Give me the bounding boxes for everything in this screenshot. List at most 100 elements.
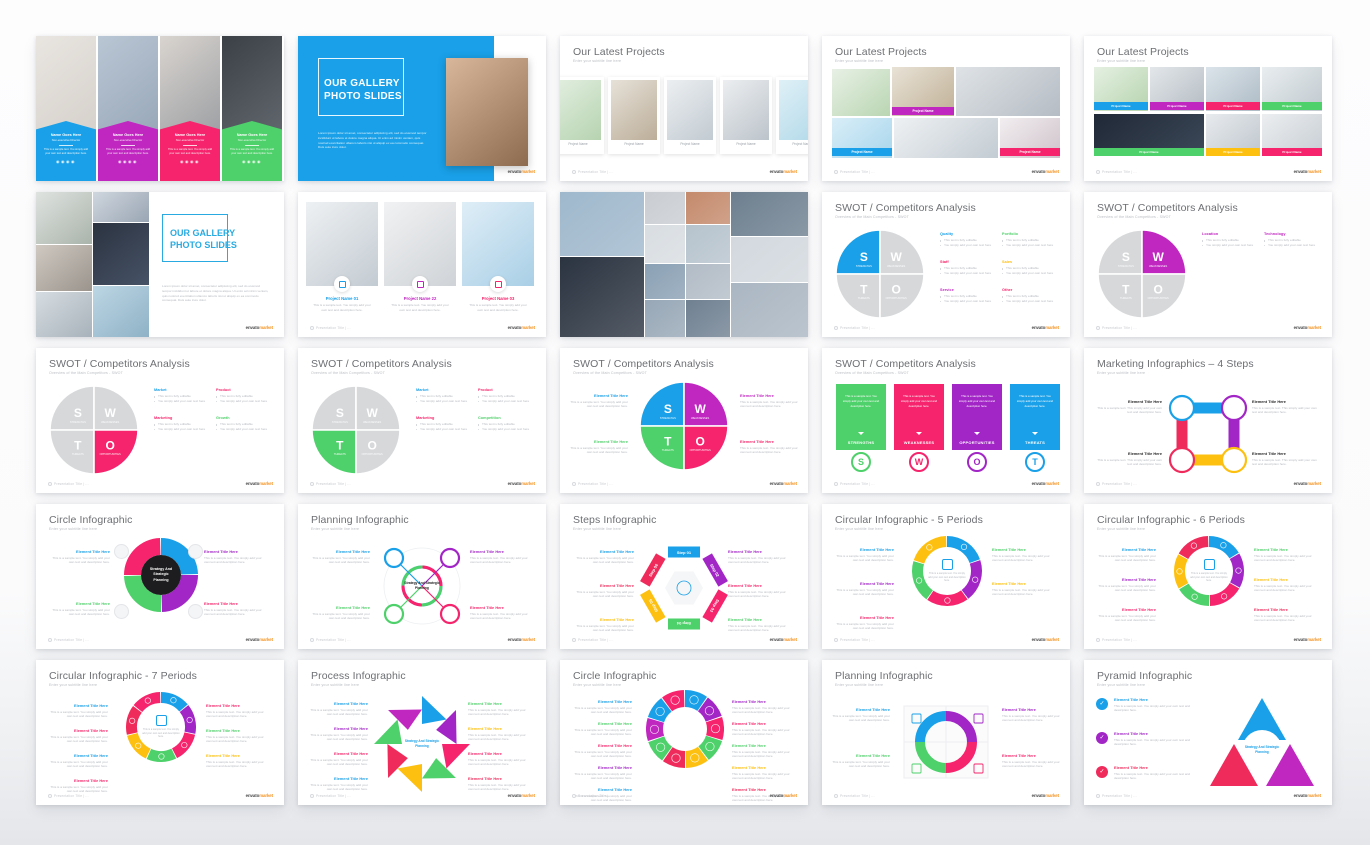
gallery-cover-mosaic[interactable]: OUR GALLERY PHOTO SLIDES Lorem ipsum dolor… — [36, 192, 284, 337]
swot-circle-strength[interactable]: SWOT / Competitors Analysis Overview of t… — [822, 192, 1070, 337]
swot-card[interactable]: This is a sample text. You simply add yo… — [1010, 384, 1060, 450]
swot-circle-weakness[interactable]: SWOT / Competitors Analysis Overview of t… — [1084, 192, 1332, 337]
element-title: Element Title Here — [860, 548, 894, 552]
circle-infographic-10[interactable]: Circle Infographic Enter your subtitle li… — [560, 660, 808, 805]
divider — [245, 144, 259, 146]
element-body: This is a sample text. This simply add y… — [1252, 457, 1317, 467]
element-body: This is a sample text. You simply add yo… — [832, 713, 890, 723]
envato-market-logo: envatomarket — [507, 637, 535, 642]
element-title: Element Title Here — [1254, 548, 1288, 552]
svg-text:THREATS: THREATS — [1120, 296, 1132, 300]
steps-infographic-hex[interactable]: Steps Infographic Enter your subtitle lin… — [560, 504, 808, 649]
element-body: This is a sample text. You simply add yo… — [470, 555, 528, 565]
project-card-label: Project Name — [680, 142, 700, 146]
social-icons[interactable]: ◉◉◉◉ — [98, 159, 158, 164]
project-card-label: Project Name — [736, 142, 756, 146]
swot-card[interactable]: This is a sample text. You simply add yo… — [894, 384, 944, 450]
circular-5-periods[interactable]: Circular Infographic - 5 Periods Enter yo… — [822, 504, 1070, 649]
team-card[interactable]: Name Goes Here Non-executive Director Th… — [160, 121, 220, 181]
envato-market-logo: envatomarket — [507, 793, 535, 798]
element-title: Element Title Here — [600, 584, 634, 588]
slide-footer-left: Presentation Title | ... — [310, 326, 351, 330]
circle-infographic-4[interactable]: Circle Infographic Enter your subtitle li… — [36, 504, 284, 649]
social-icons[interactable]: ◉◉◉◉ — [160, 159, 220, 164]
circular-7-periods[interactable]: Circular Infographic - 7 Periods Enter yo… — [36, 660, 284, 805]
swot-circle-opportunity[interactable]: SWOT / Competitors Analysis Overview of t… — [36, 348, 284, 493]
social-icons[interactable]: ◉◉◉◉ — [36, 159, 96, 164]
team-card[interactable]: Name Goes Here Non-executive Director Th… — [222, 121, 282, 181]
slide-subtitle: Enter your subtitle line here — [49, 527, 98, 531]
element-body: This is a sample text. You simply add yo… — [468, 707, 526, 717]
swot-circle-threat[interactable]: SWOT / Competitors Analysis Overview of t… — [298, 348, 546, 493]
slide-footer-left: Presentation Title | ... — [572, 170, 613, 174]
element-text-block: Element Title Here This is a sample text… — [832, 708, 890, 723]
latest-projects-row[interactable]: Our Latest Projects Enter your subtitle l… — [560, 36, 808, 181]
element-text-block: Element Title Here This is a sample text… — [570, 440, 628, 455]
cover-title: OUR GALLERY PHOTO SLIDES — [324, 78, 434, 103]
slide-title: SWOT / Competitors Analysis — [49, 358, 190, 370]
center-hub-label: Strategy And Strategic Planning — [404, 581, 440, 590]
caret-down-icon — [1032, 432, 1038, 435]
element-body: This is a sample text. You simply add yo… — [52, 555, 110, 565]
element-title: Element Title Here — [598, 744, 632, 748]
slide-footer-left: Presentation Title | ... — [572, 482, 613, 486]
footer-dot-icon — [1096, 638, 1100, 642]
element-body: This is a sample text. You simply add yo… — [728, 555, 786, 565]
swot-circle-full-color[interactable]: SWOT / Competitors Analysis Overview of t… — [560, 348, 808, 493]
element-text-block: Element Title Here This is a sample text… — [468, 752, 528, 767]
rocket-icon — [941, 558, 953, 570]
envato-market-logo: envatomarket — [245, 325, 273, 330]
element-text-block: Element Title Here This is a sample text… — [728, 550, 790, 565]
planning-infographic-ring[interactable]: Planning Infographic Enter your subtitle … — [298, 504, 546, 649]
team-card[interactable]: Name Goes Here Non-executive Director Th… — [36, 121, 96, 181]
element-text-block: Element Title Here This is a sample text… — [570, 700, 632, 715]
circular-6-periods[interactable]: Circular Infographic - 6 Periods Enter yo… — [1084, 504, 1332, 649]
element-text-block: Element Title Here This is a sample text… — [728, 618, 790, 633]
element-text-block: Element Title Here This is a sample text… — [206, 704, 268, 719]
process-infographic-pinwheel[interactable]: Process Infographic Enter your subtitle l… — [298, 660, 546, 805]
team-member-name: Name Goes Here — [174, 133, 206, 137]
element-body: This is a sample text. You simply add yo… — [732, 727, 790, 737]
photo-placeholder — [36, 245, 92, 291]
project-card-label: Project Name — [568, 142, 588, 146]
social-icons[interactable]: ◉◉◉◉ — [222, 159, 282, 164]
element-body: This is a sample text. You simply add yo… — [50, 709, 108, 719]
element-body: This is a sample text. You simply add yo… — [206, 759, 264, 769]
pinwheel-center: Strategy And Strategic Planning — [404, 739, 440, 748]
swot-card[interactable]: This is a sample text. You simply add yo… — [952, 384, 1002, 450]
donut-center: This is a sample text. You simply add yo… — [923, 547, 971, 595]
photo-placeholder — [36, 192, 92, 244]
swot-card[interactable]: This is a sample text. You simply add yo… — [836, 384, 886, 450]
swot-heading: Competition — [478, 416, 501, 420]
photo-collage-slide[interactable] — [560, 192, 808, 337]
swot-card-label: OPPORTUNITIES — [959, 440, 995, 445]
project-name-label: Project Name — [892, 107, 954, 115]
swot-bullets: This text is fully editable You simply a… — [416, 422, 474, 432]
bullet: You simply add your own text here — [1002, 271, 1060, 276]
slide-footer-left: Presentation Title | ... — [834, 170, 875, 174]
latest-projects-tiles[interactable]: Our Latest Projects Enter your subtitle l… — [1084, 36, 1332, 181]
team-member-role: Non-executive Director — [113, 138, 143, 142]
team-photo-slide[interactable]: Name Goes Here Non-executive Director Th… — [36, 36, 284, 181]
three-project-columns[interactable]: Project Name 01 This is a sample text. Yo… — [298, 192, 546, 337]
team-member-role: Non-executive Director — [237, 138, 267, 142]
swot-column: Portfolio This text is fully editable Yo… — [1002, 232, 1060, 248]
project-name-label: Project Name — [1262, 102, 1322, 110]
cover-title-line1: OUR GALLERY — [324, 78, 400, 89]
pyramid-infographic[interactable]: Pyramid Infographic Enter your subtitle l… — [1084, 660, 1332, 805]
bullet: You simply add your own text here — [478, 427, 536, 432]
team-card[interactable]: Name Goes Here Non-executive Director Th… — [98, 121, 158, 181]
latest-projects-mosaic[interactable]: Our Latest Projects Enter your subtitle l… — [822, 36, 1070, 181]
bullet: You simply add your own text here — [154, 427, 212, 432]
element-text-block: Element Title Here This is a sample text… — [1252, 452, 1320, 467]
element-text-block: Element Title Here This is a sample text… — [992, 548, 1054, 563]
planning-infographic-grid[interactable]: Planning Infographic Enter your subtitle … — [822, 660, 1070, 805]
element-body: This is a sample text. You simply add yo… — [468, 732, 526, 742]
element-text-block: Element Title Here This is a sample text… — [570, 722, 632, 737]
gallery-cover-blue[interactable]: OUR GALLERY PHOTO SLIDES Lorem ipsum dolor… — [298, 36, 546, 181]
marketing-4-steps[interactable]: Marketing Infographics – 4 Steps Enter yo… — [1084, 348, 1332, 493]
element-title: Element Title Here — [992, 582, 1026, 586]
envato-market-logo: envatomarket — [1293, 793, 1321, 798]
swot-columns[interactable]: SWOT / Competitors Analysis Overview of t… — [822, 348, 1070, 493]
footer-dot-icon — [48, 482, 52, 486]
